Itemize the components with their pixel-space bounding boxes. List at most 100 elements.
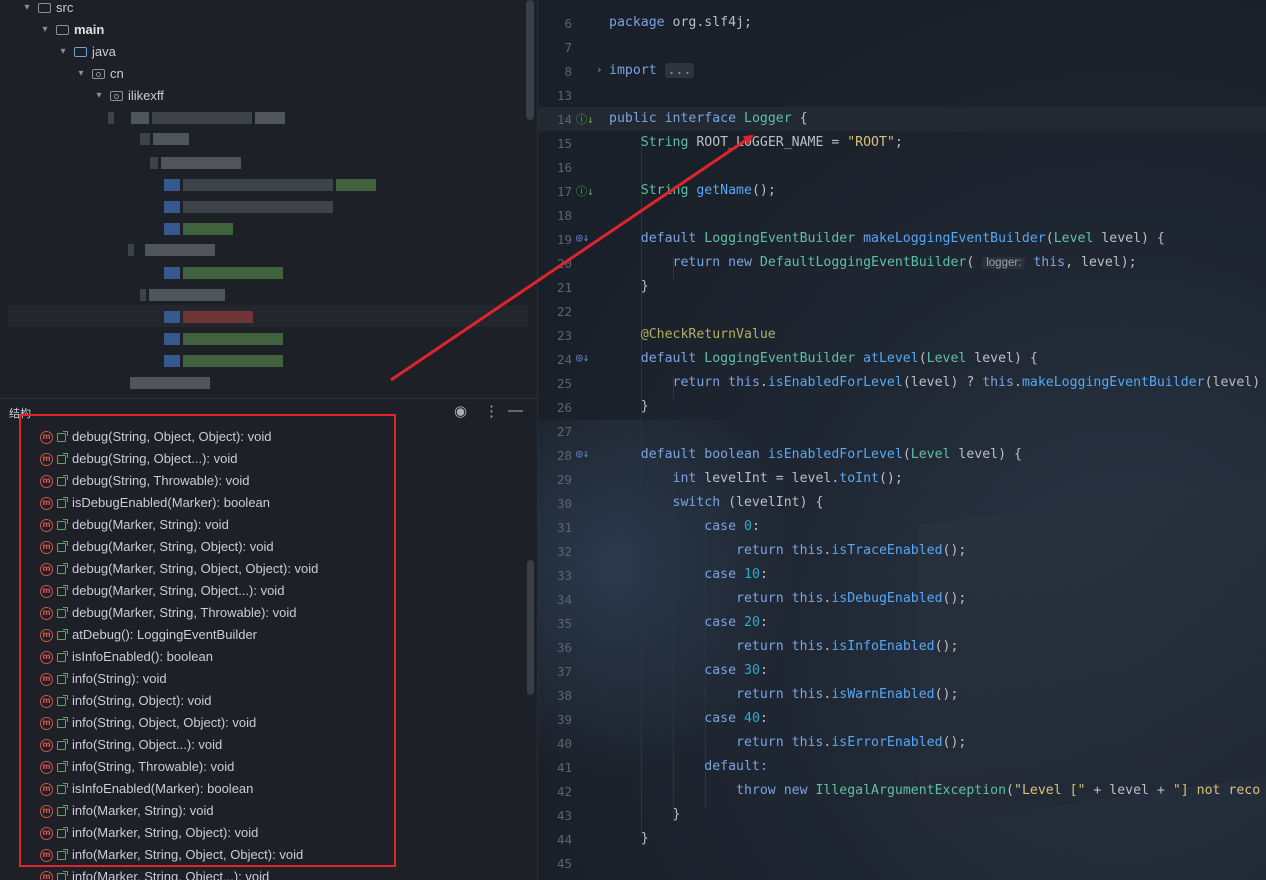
structure-method-item[interactable]: m debug(Marker, String, Object, Object): … <box>0 558 525 580</box>
method-icon: m <box>40 540 53 554</box>
line-number: 7 <box>564 40 572 55</box>
structure-method-item[interactable]: m debug(Marker, String, Object): void <box>0 536 525 558</box>
method-name: makeLoggingEventBuilder <box>863 231 1046 246</box>
structure-method-item[interactable]: m isDebugEnabled(Marker): boolean <box>0 492 525 514</box>
structure-method-item[interactable]: m info(String, Object): void <box>0 690 525 712</box>
tree-node-src[interactable]: ▾ src <box>20 0 73 19</box>
method-icon: m <box>40 804 53 818</box>
method-signature: info(Marker, String, Object): void <box>72 825 259 840</box>
folded-imports[interactable]: ... <box>664 63 695 78</box>
keyword: this <box>791 639 824 654</box>
structure-method-item[interactable]: m info(String): void <box>0 668 525 690</box>
code-line: } <box>609 279 649 294</box>
method-icon: m <box>40 738 53 752</box>
method-icon: m <box>40 650 53 664</box>
method-signature: debug(String, Object...): void <box>72 451 238 466</box>
structure-method-item[interactable]: m info(String, Throwable): void <box>0 756 525 778</box>
chevron-down-icon[interactable]: ▾ <box>74 63 88 85</box>
type-name: String <box>640 135 689 150</box>
code-line: import ... <box>609 63 695 78</box>
interface-name[interactable]: Logger <box>744 111 792 126</box>
method-icon: m <box>40 496 53 510</box>
keyword: case <box>704 711 737 726</box>
structure-method-item[interactable]: m isInfoEnabled(): boolean <box>0 646 525 668</box>
type-name: DefaultLoggingEventBuilder <box>759 255 967 270</box>
source-folder-icon <box>74 47 87 57</box>
line-number: 25 <box>556 376 572 391</box>
code-line: } <box>609 399 649 414</box>
tree-node-ilikexff[interactable]: ▾ ilikexff <box>92 85 163 107</box>
code-line: } <box>609 807 681 822</box>
structure-method-item[interactable]: m info(Marker, String): void <box>0 800 525 822</box>
structure-scrollbar[interactable] <box>527 560 534 695</box>
structure-method-item[interactable]: m debug(Marker, String): void <box>0 514 525 536</box>
keyword: import <box>609 63 657 78</box>
structure-method-item[interactable]: m atDebug(): LoggingEventBuilder <box>0 624 525 646</box>
method-call: makeLoggingEventBuilder <box>1021 375 1205 390</box>
structure-method-item[interactable]: m isInfoEnabled(Marker): boolean <box>0 778 525 800</box>
method-signature: debug(Marker, String, Object): void <box>72 539 274 554</box>
redacted-tree-item <box>130 376 210 390</box>
method-signature: isInfoEnabled(): boolean <box>72 649 213 664</box>
line-number: 26 <box>556 400 572 415</box>
structure-method-item[interactable]: m debug(Marker, String, Object...): void <box>0 580 525 602</box>
structure-method-item[interactable]: m info(Marker, String, Object...): void <box>0 866 525 880</box>
keyword: this <box>791 591 824 606</box>
tree-scrollbar[interactable] <box>526 0 534 120</box>
structure-method-item[interactable]: m info(Marker, String, Object, Object): v… <box>0 844 525 866</box>
method-icon: m <box>40 782 53 796</box>
public-icon <box>57 430 68 442</box>
chevron-down-icon[interactable]: ▾ <box>20 0 34 19</box>
keyword: this <box>791 543 824 558</box>
redacted-tree-item <box>164 222 233 236</box>
implemented-icon[interactable]: ⓘ↓ <box>576 183 594 199</box>
structure-method-item[interactable]: m debug(String, Object...): void <box>0 448 525 470</box>
code-editor[interactable]: 6 7 8 13 14 15 16 17 18 19 20 21 22 23 24 25 26 27 28 29 30 3… <box>538 0 1266 880</box>
package-icon <box>110 91 123 101</box>
chevron-down-icon[interactable]: ▾ <box>56 41 70 63</box>
public-icon <box>57 804 68 816</box>
keyword: int <box>672 471 697 486</box>
method-signature: info(String, Object...): void <box>72 737 223 752</box>
number-literal: 10 <box>744 567 760 582</box>
method-signature: info(String): void <box>72 671 167 686</box>
structure-list: m debug(String, Object, Object): void m deb… <box>0 426 525 880</box>
keyword: default <box>640 231 697 246</box>
more-vertical-icon[interactable]: ⋮ <box>484 402 499 420</box>
tree-node-cn[interactable]: ▾ cn <box>74 63 123 85</box>
overridden-icon[interactable]: ◎↓ <box>576 447 589 460</box>
overridden-icon[interactable]: ◎↓ <box>576 351 589 364</box>
fold-chevron-icon[interactable]: › <box>596 63 603 76</box>
minimize-icon[interactable]: — <box>508 402 523 419</box>
structure-method-item[interactable]: m debug(String, Object, Object): void <box>0 426 525 448</box>
implemented-icon[interactable]: ⓘ↓ <box>576 111 594 127</box>
structure-method-item[interactable]: m info(Marker, String, Object): void <box>0 822 525 844</box>
tree-node-java[interactable]: ▾ java <box>56 41 115 63</box>
structure-method-item[interactable]: m debug(Marker, String, Throwable): void <box>0 602 525 624</box>
left-tool-window: ▾ src ▾ main ▾ java ▾ cn ▾ ilikexff 结构 ◉… <box>0 0 538 880</box>
method-signature: info(Marker, String): void <box>72 803 214 818</box>
line-number: 30 <box>556 496 572 511</box>
line-number: 44 <box>556 832 572 847</box>
structure-method-item[interactable]: m debug(String, Throwable): void <box>0 470 525 492</box>
chevron-down-icon[interactable]: ▾ <box>38 19 52 41</box>
line-number: 34 <box>556 592 572 607</box>
code-line: case 20: <box>704 615 768 630</box>
keyword: interface <box>664 111 737 126</box>
tree-node-main[interactable]: ▾ main <box>38 19 104 41</box>
chevron-down-icon[interactable]: ▾ <box>92 85 106 107</box>
overridden-icon[interactable]: ◎↓ <box>576 231 589 244</box>
redacted-tree-item <box>150 156 241 170</box>
method-signature: debug(Marker, String, Throwable): void <box>72 605 297 620</box>
line-number: 39 <box>556 712 572 727</box>
eye-icon[interactable]: ◉ <box>454 402 467 420</box>
structure-method-item[interactable]: m info(String, Object, Object): void <box>0 712 525 734</box>
keyword: return <box>672 255 721 270</box>
method-name: atLevel <box>863 351 919 366</box>
public-icon <box>57 716 68 728</box>
public-icon <box>57 518 68 530</box>
structure-method-item[interactable]: m info(String, Object...): void <box>0 734 525 756</box>
public-icon <box>57 870 68 880</box>
method-icon: m <box>40 760 53 774</box>
public-icon <box>57 452 68 464</box>
